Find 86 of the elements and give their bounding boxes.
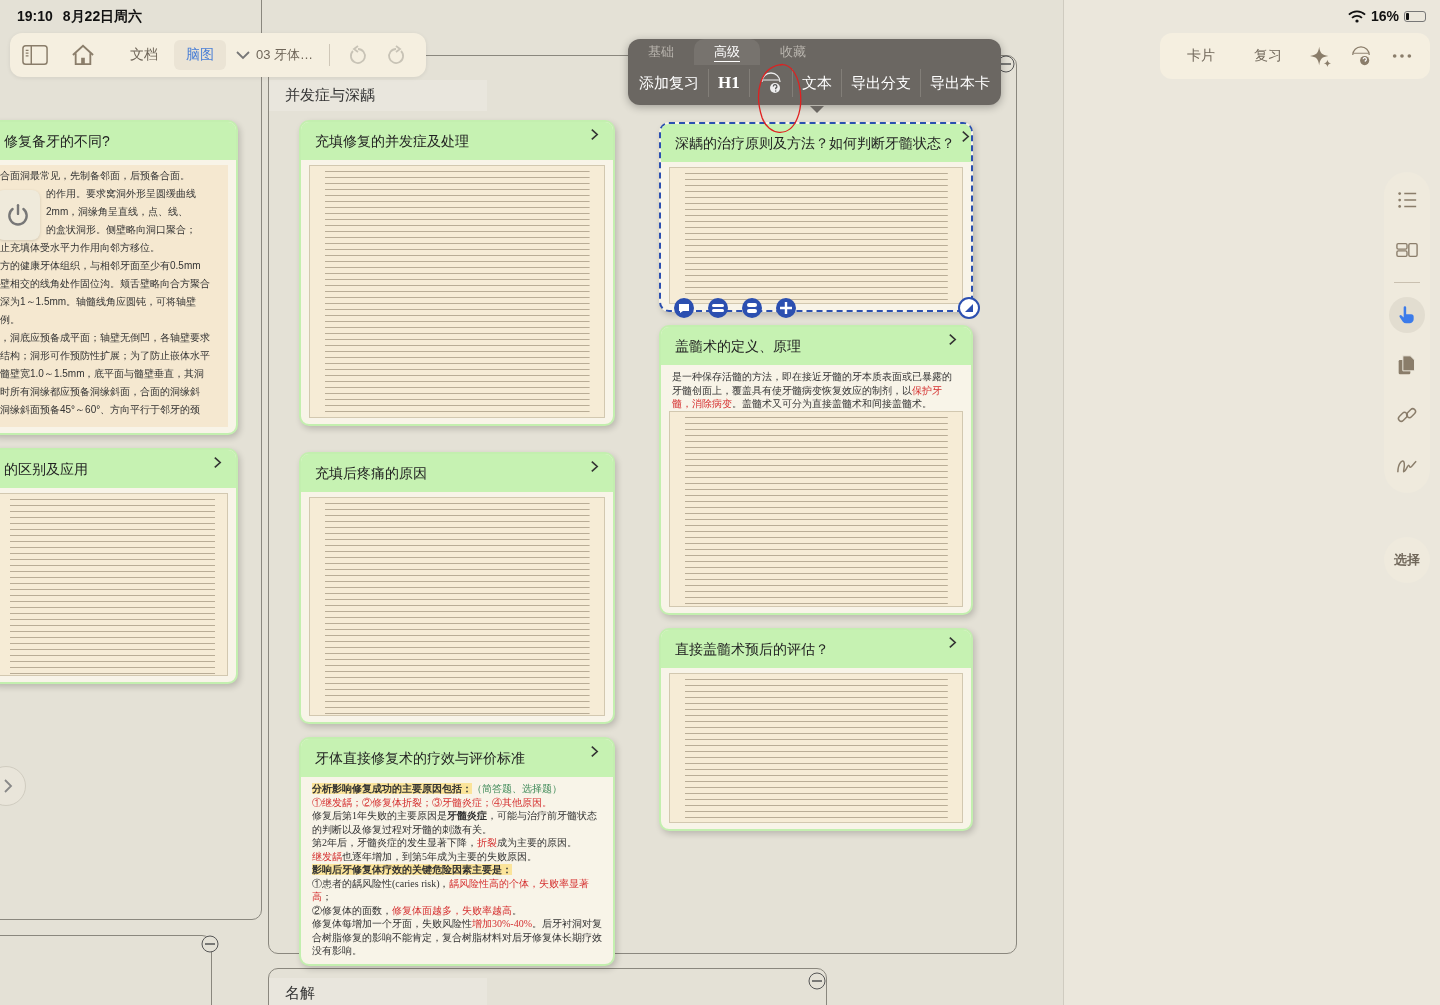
- mind-map-card[interactable]: 深龋的治疗原则及方法？如何判断牙髓状态？: [659, 122, 973, 312]
- branch-title[interactable]: 名解: [269, 978, 487, 1005]
- mind-map-card[interactable]: 直接盖髓术预后的评估？: [659, 628, 973, 831]
- card-text: 继发龋也逐年增加，到第5年成为主要的失败原因。: [312, 849, 538, 863]
- chevron-right-icon[interactable]: [961, 130, 970, 143]
- card-text: 合面洞最常见，先制备邻面，后预备合面。: [0, 169, 190, 183]
- card-text: 洞缘斜面预备45°～60°、方向平行于邻牙的颈: [0, 403, 201, 417]
- mind-map-card[interactable]: 充填修复的并发症及处理: [299, 120, 615, 426]
- card-title: 充填修复的并发症及处理: [315, 132, 469, 150]
- card-text: 止充填体受水平力作用向邻方移位。: [0, 241, 160, 255]
- resize-handle[interactable]: [958, 297, 980, 319]
- card-text: 时所有洞缘都应预备洞缘斜面，合面的洞缘斜: [0, 385, 200, 399]
- connector-icon[interactable]: [707, 297, 729, 319]
- mind-map-card[interactable]: 充填后疼痛的原因: [299, 452, 615, 724]
- card-text: 结构；洞形可作预防性扩展；为了防止嵌体水平: [0, 349, 210, 363]
- view-tab[interactable]: 文档: [118, 40, 170, 70]
- toolbar-tab[interactable]: 高级: [694, 39, 760, 65]
- card-text: 修复后第1年失败的主要原因是牙髓炎症，可能与治疗前牙髓状态的判断以及修复过程对牙髓的刺激有关。: [312, 809, 598, 836]
- toolbar-tab[interactable]: 基础: [628, 39, 694, 65]
- card-text: ①继发龋；②修复体折裂；③牙髓炎症；④其他原因。: [312, 795, 553, 809]
- power-button[interactable]: [0, 190, 40, 240]
- card-text: 第2年后，牙髓炎症的发生显著下降，折裂成为主要的原因。: [312, 836, 578, 850]
- toolbar-button[interactable]: 添加复习: [630, 69, 709, 97]
- collapse-icon[interactable]: [808, 972, 826, 990]
- collapse-icon[interactable]: [201, 935, 219, 953]
- mind-map-card[interactable]: 的区别及应用: [0, 448, 238, 684]
- sidebar-icon[interactable]: [22, 44, 48, 66]
- mind-map-card[interactable]: [299, 737, 615, 966]
- globe-question-icon[interactable]: [1350, 45, 1373, 67]
- battery-percent: 16%: [1370, 8, 1399, 24]
- card-title: 修复备牙的不同?: [4, 132, 110, 150]
- battery-icon: [1404, 10, 1426, 22]
- comment-icon[interactable]: [673, 297, 695, 319]
- mind-map-card[interactable]: [0, 120, 238, 435]
- chevron-right-icon[interactable]: [590, 128, 599, 141]
- card-text: ，洞底应预备成平面；轴壁无倒凹，各轴壁要求: [0, 331, 210, 345]
- card-title: 直接盖髓术预后的评估？: [675, 640, 829, 658]
- wifi-icon: [1347, 9, 1366, 23]
- card-text: 髓壁宽1.0～1.5mm，底平面与髓壁垂直，其洞: [0, 367, 205, 381]
- card-title: 牙体直接修复术的疗效与评价标准: [315, 749, 525, 767]
- card-title: 充填后疼痛的原因: [315, 464, 427, 482]
- power-icon: [5, 202, 31, 228]
- card-text: ①患者的龋风险性(caries risk)，龋风险性高的个体，失败率显著高；: [312, 876, 591, 904]
- toolbar-button[interactable]: 复习: [1243, 43, 1292, 69]
- home-icon[interactable]: [70, 44, 96, 66]
- document-dropdown[interactable]: 03 牙体…: [230, 45, 320, 65]
- card-title: 盖髓术的定义、原理: [675, 337, 801, 355]
- toolbar-button[interactable]: 导出分支: [841, 69, 921, 97]
- card-text: 的盒状洞形。侧壁略向洞口聚合；: [46, 223, 196, 237]
- toolbar-tab[interactable]: 收藏: [760, 39, 826, 65]
- select-button[interactable]: 选择: [1384, 537, 1430, 583]
- card-title: 深龋的治疗原则及方法？如何判断牙髓状态？: [675, 134, 955, 152]
- chevron-right-icon[interactable]: [948, 636, 957, 649]
- caret-icon: [236, 50, 250, 60]
- chevron-right-icon[interactable]: [590, 745, 599, 758]
- mind-map-card[interactable]: 盖髓术的定义、原理 是一种保存活髓的方法，即在接近牙髓的牙本质表面或已暴露的牙髓创面上，覆盖具有使牙髓病变恢复效应的制剂，以保护牙髓，消除病变。盖髓术又可分为直接盖髓术和间接盖髓术。: [659, 325, 973, 615]
- chevron-right-icon[interactable]: [948, 333, 957, 346]
- card-text: ②修复体的面数，修复体面越多，失败率越高。: [312, 903, 523, 917]
- card-title: 的区别及应用: [4, 460, 88, 478]
- card-text: 影响后牙修复体疗效的关键危险因素主要是：: [312, 863, 513, 877]
- card-text: 是一种保存活髓的方法，即在接近牙髓的牙本质表面或已暴露的牙髓创面上，覆盖具有使牙髓病变恢复效应的制剂，以保护牙髓，消除病变。盖髓术又可分为直接盖髓术和间接盖髓术。: [672, 370, 953, 411]
- toolbar-button[interactable]: 文本: [792, 69, 842, 97]
- chevron-right-icon: [3, 778, 13, 794]
- card-text: 深为1～1.5mm。轴髓线角应圆钝，可将轴壁: [0, 295, 197, 309]
- card-text: 2mm，洞缘角呈直线，点、线、: [46, 205, 189, 219]
- chevron-right-icon[interactable]: [213, 456, 222, 469]
- toolbar-button[interactable]: 卡片: [1177, 43, 1226, 69]
- hand-pointer-icon: [1397, 305, 1417, 325]
- card-text: 方的健康牙体组织，与相邻牙面至少有0.5mm: [0, 259, 201, 273]
- stack-icon[interactable]: [741, 297, 763, 319]
- status-time: 19:10: [17, 8, 53, 26]
- tool-button[interactable]: [1389, 297, 1425, 333]
- branch-title[interactable]: 并发症与深龋: [269, 80, 487, 111]
- add-icon[interactable]: [775, 297, 797, 319]
- card-text: 例。: [0, 313, 20, 327]
- list-icon: [1396, 189, 1418, 211]
- pages-icon: [1397, 354, 1417, 376]
- sparkle-icon[interactable]: [1309, 45, 1332, 67]
- card-text: 修复体每增加一个牙面，失败风险性增加30%-40%。后牙衬洞对复合树脂修复的影响不能肯定，复合树脂材料对后牙修复体长期疗效没有影响。: [312, 917, 602, 958]
- heading-button[interactable]: H1: [709, 69, 750, 97]
- toolbar-button[interactable]: 导出本卡: [920, 69, 999, 97]
- chevron-right-icon[interactable]: [590, 460, 599, 473]
- card-text: 壁相交的线角处作固位沟。颊舌壁略向合方聚合: [0, 277, 210, 291]
- card-text: 的作用。要求窝洞外形呈圆缓曲线: [46, 187, 196, 201]
- view-tab[interactable]: 脑图: [174, 40, 226, 70]
- status-date: 8月22日周六: [62, 8, 143, 26]
